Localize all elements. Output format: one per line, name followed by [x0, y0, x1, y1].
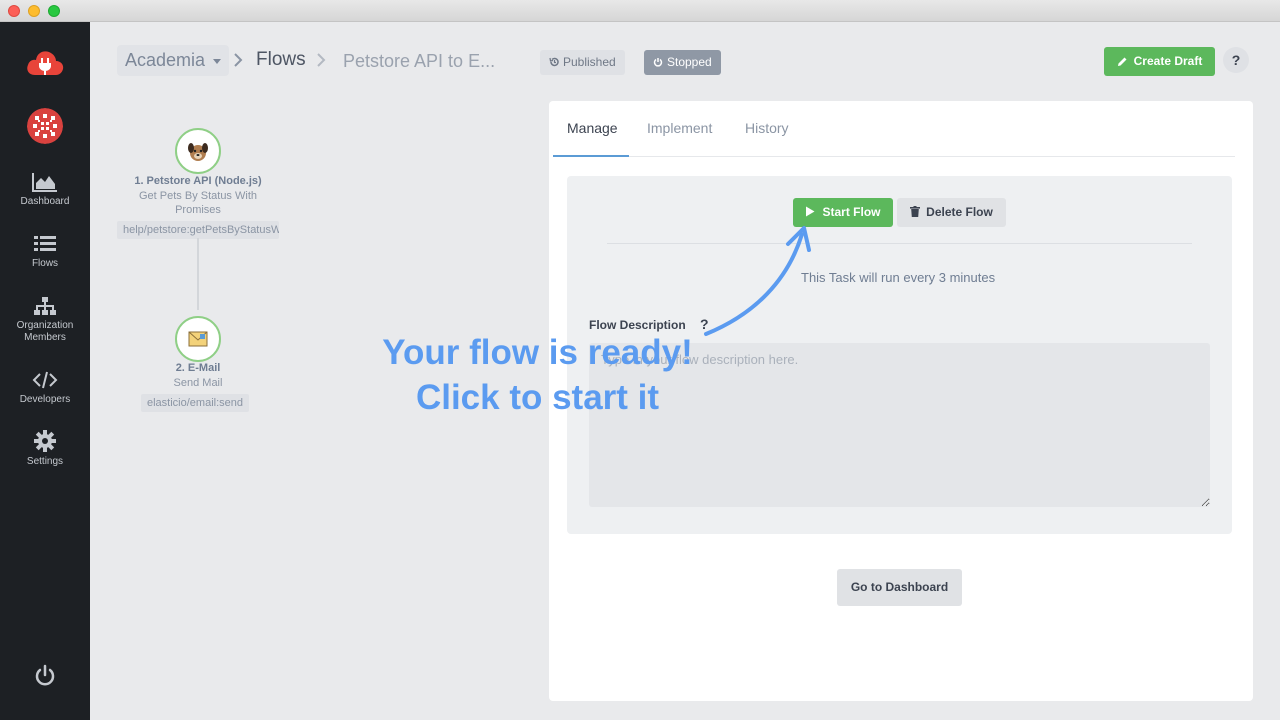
- power-icon: [653, 58, 663, 67]
- sidebar-item-label: Developers: [19, 394, 71, 405]
- sidebar-item-dashboard[interactable]: Dashboard: [0, 172, 90, 208]
- sidebar-item-developers[interactable]: Developers: [0, 370, 90, 406]
- minimize-window-button[interactable]: [28, 5, 40, 17]
- sidebar-item-flows[interactable]: Flows: [0, 234, 90, 270]
- window-titlebar: [0, 0, 1280, 22]
- flow-node-petstore[interactable]: [175, 128, 221, 174]
- sidebar: Dashboard Flows Organization Members Dev…: [0, 22, 90, 720]
- account-switcher[interactable]: Academia: [117, 45, 230, 76]
- trash-icon: [910, 206, 921, 217]
- delete-flow-label: Delete Flow: [926, 205, 993, 219]
- flow-connector: [197, 238, 199, 310]
- callout-arrow-icon: [704, 226, 811, 336]
- tab-implement[interactable]: Implement: [647, 120, 712, 136]
- flow-node-subtitle: Send Mail: [173, 377, 223, 389]
- flow-node-title: 2. E-Mail: [175, 362, 221, 374]
- sidebar-item-settings[interactable]: Settings: [0, 430, 90, 468]
- active-tab-indicator: [553, 155, 629, 157]
- flow-node-subtitle: Promises: [175, 204, 221, 216]
- code-icon: [32, 371, 58, 389]
- onboarding-callout: Your flow is ready! Click to start it: [365, 330, 710, 420]
- tab-history[interactable]: History: [745, 120, 789, 136]
- schedule-text: This Task will run every 3 minutes: [801, 270, 996, 285]
- sidebar-item-label: Settings: [26, 456, 64, 467]
- zoom-window-button[interactable]: [48, 5, 60, 17]
- flow-node-title: 1. Petstore API (Node.js): [134, 175, 262, 187]
- envelope-icon: [188, 331, 208, 347]
- close-window-button[interactable]: [8, 5, 20, 17]
- sidebar-item-label: Dashboard: [20, 196, 70, 207]
- history-icon: [549, 57, 559, 67]
- callout-line-1: Your flow is ready!: [382, 333, 693, 372]
- flow-node-email[interactable]: [175, 316, 221, 362]
- stopped-badge: Stopped: [644, 50, 721, 75]
- published-label: Published: [563, 55, 616, 69]
- create-draft-button[interactable]: Create Draft: [1104, 47, 1215, 76]
- play-icon: [806, 206, 815, 217]
- go-to-dashboard-button[interactable]: Go to Dashboard: [837, 569, 962, 606]
- account-name: Academia: [125, 50, 206, 70]
- avatar[interactable]: [27, 108, 63, 144]
- org-chart-icon: [34, 297, 56, 315]
- dog-icon: [188, 143, 208, 161]
- cloud-plug-logo-icon[interactable]: [25, 47, 65, 79]
- list-icon: [34, 236, 56, 251]
- breadcrumb-current-flow: Petstore API to E...: [343, 51, 496, 71]
- callout-line-2: Click to start it: [415, 378, 660, 417]
- flow-node-component-id: help/petstore:getPetsByStatusWithPromise…: [117, 221, 279, 239]
- caret-down-icon: [213, 58, 222, 64]
- avatar-pattern-icon: [27, 108, 63, 144]
- delete-flow-button[interactable]: Delete Flow: [897, 198, 1006, 227]
- area-chart-icon: [32, 173, 57, 192]
- flow-node-subtitle: Get Pets By Status With: [139, 190, 257, 202]
- breadcrumb-flows[interactable]: Flows: [256, 49, 306, 71]
- gear-icon: [34, 430, 56, 452]
- chevron-right-icon: [234, 53, 243, 67]
- tab-manage[interactable]: Manage: [567, 120, 618, 136]
- sidebar-item-label: Flows: [31, 258, 59, 269]
- chevron-right-icon: [317, 53, 326, 67]
- help-button[interactable]: ?: [1223, 47, 1249, 73]
- published-badge[interactable]: Published: [540, 50, 625, 75]
- start-flow-label: Start Flow: [822, 205, 881, 219]
- power-icon[interactable]: [33, 664, 57, 688]
- sidebar-item-organization-members[interactable]: Organization Members: [0, 296, 90, 344]
- stopped-label: Stopped: [667, 55, 712, 69]
- sidebar-item-label: Organization Members: [16, 320, 74, 343]
- create-draft-label: Create Draft: [1133, 54, 1203, 68]
- pencil-icon: [1117, 57, 1127, 66]
- tab-bar: Manage Implement History: [553, 101, 1235, 157]
- divider: [607, 243, 1192, 244]
- flow-node-component-id: elasticio/email:send: [141, 394, 249, 412]
